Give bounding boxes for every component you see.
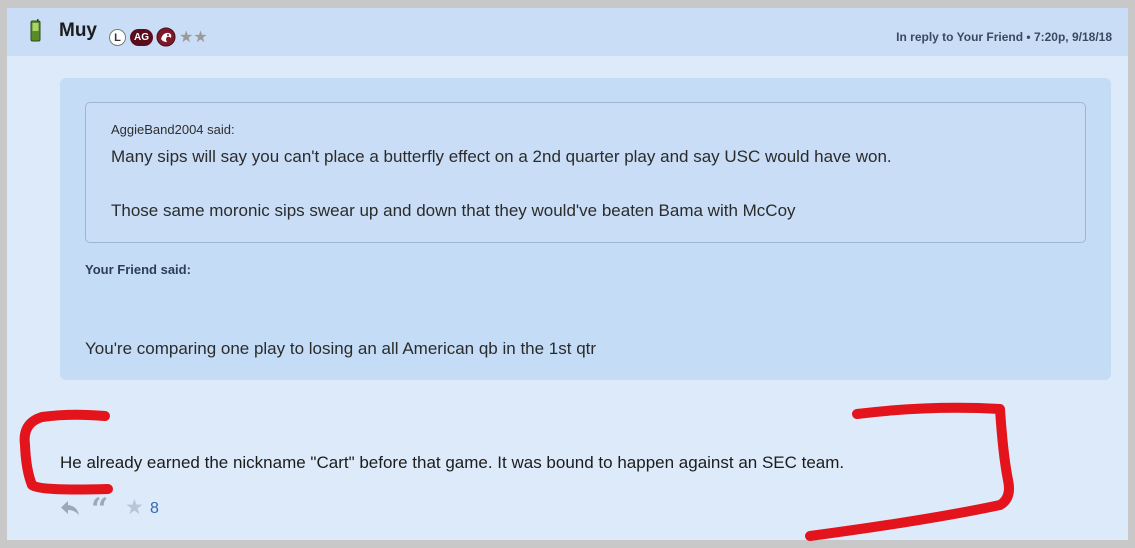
team-badge: AG bbox=[130, 29, 153, 46]
inner-quote-line: Many sips will say you can't place a but… bbox=[111, 147, 892, 166]
rank-stars: ★★ bbox=[179, 29, 208, 46]
reply-arrow-icon[interactable] bbox=[60, 499, 80, 517]
post-body: He already earned the nickname "Cart" be… bbox=[60, 453, 845, 472]
inner-quote-line: Those same moronic sips swear up and dow… bbox=[111, 201, 796, 220]
reply-info[interactable]: In reply to Your Friend • 7:20p, 9/18/18 bbox=[896, 30, 1112, 44]
star-count[interactable]: 8 bbox=[150, 500, 159, 518]
star-icon[interactable]: ★ bbox=[125, 495, 144, 520]
phone-icon bbox=[30, 19, 41, 42]
inner-quote-author[interactable]: AggieBand2004 said: bbox=[111, 122, 235, 137]
forum-post: Muy L AG ★★ In reply to Your Friend • 7:… bbox=[7, 8, 1128, 540]
post-header: Muy L AG ★★ In reply to Your Friend • 7:… bbox=[7, 8, 1128, 56]
quote-icon[interactable]: “ bbox=[91, 492, 113, 527]
level-badge: L bbox=[109, 29, 126, 46]
team-logo-icon bbox=[156, 27, 176, 47]
outer-quote-text: You're comparing one play to losing an a… bbox=[85, 339, 597, 358]
username[interactable]: Muy bbox=[59, 20, 97, 42]
inner-quote: AggieBand2004 said: Many sips will say y… bbox=[85, 102, 1086, 243]
outer-quote-author[interactable]: Your Friend said: bbox=[85, 262, 191, 277]
outer-quote: AggieBand2004 said: Many sips will say y… bbox=[60, 78, 1111, 380]
